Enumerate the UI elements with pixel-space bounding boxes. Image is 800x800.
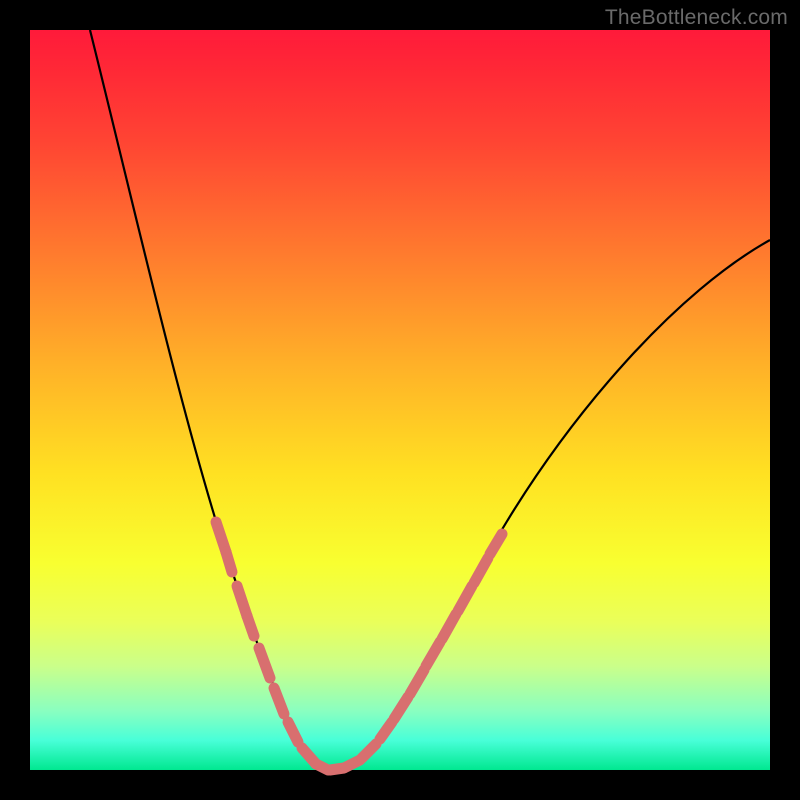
marker-dash xyxy=(226,552,232,572)
curve-layer xyxy=(30,30,770,770)
marker-dash xyxy=(490,534,502,554)
marker-dash xyxy=(247,616,254,636)
marker-dash xyxy=(274,688,284,714)
marker-group-left xyxy=(216,522,298,742)
marker-dash xyxy=(380,722,392,739)
marker-dash xyxy=(442,614,456,639)
marker-dash xyxy=(458,586,472,611)
watermark-text: TheBottleneck.com xyxy=(605,6,788,30)
plot-area xyxy=(30,30,770,770)
marker-dash xyxy=(259,648,270,678)
marker-dash xyxy=(410,670,424,694)
marker-dash xyxy=(474,558,488,583)
chart-frame: TheBottleneck.com xyxy=(0,0,800,800)
marker-dash xyxy=(394,697,408,719)
marker-dash xyxy=(426,642,440,666)
marker-dash xyxy=(288,722,298,742)
marker-group-right xyxy=(380,534,502,739)
marker-group-valley xyxy=(302,744,376,770)
marker-dash xyxy=(362,744,376,758)
